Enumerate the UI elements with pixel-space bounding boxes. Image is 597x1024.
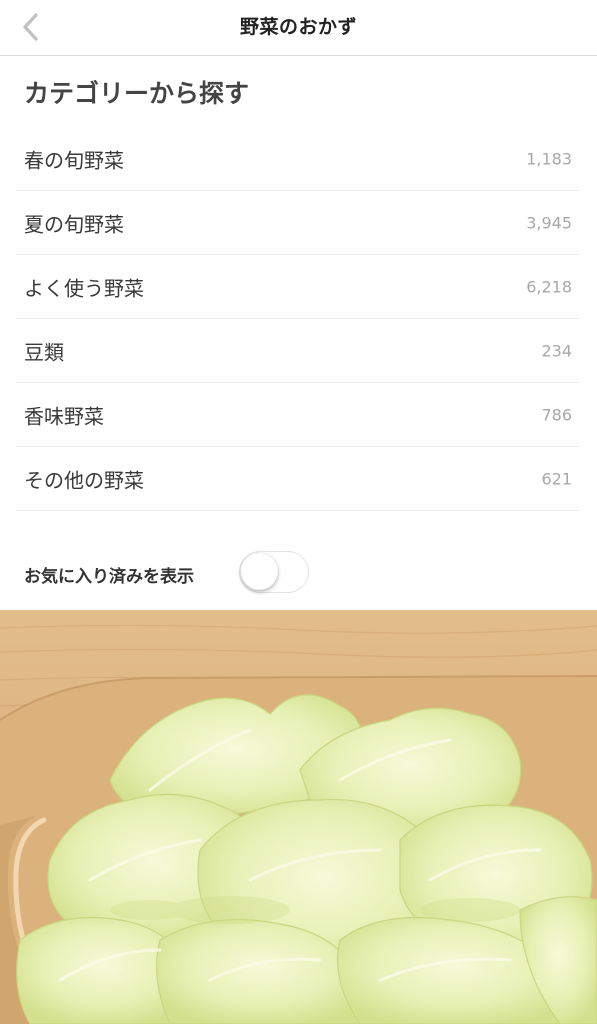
- category-count: 786: [541, 405, 572, 424]
- page-title: 野菜のおかず: [239, 16, 357, 38]
- category-count: 3,945: [526, 213, 572, 232]
- category-row[interactable]: その他の野菜 621: [16, 447, 580, 511]
- category-count: 6,218: [526, 277, 572, 296]
- category-label: 豆類: [24, 340, 64, 364]
- section-title: カテゴリーから探す: [24, 79, 250, 108]
- category-label: その他の野菜: [24, 468, 144, 492]
- category-label: よく使う野菜: [24, 276, 144, 300]
- category-row[interactable]: よく使う野菜 6,218: [16, 255, 580, 319]
- category-count: 621: [541, 469, 572, 488]
- category-row[interactable]: 夏の旬野菜 3,945: [16, 191, 580, 255]
- nav-bar: 野菜のおかず: [0, 0, 597, 56]
- category-label: 春の旬野菜: [24, 148, 124, 172]
- category-label: 夏の旬野菜: [24, 212, 124, 236]
- favorites-label: お気に入り済みを表示: [24, 567, 194, 587]
- category-list: 春の旬野菜 1,183 夏の旬野菜 3,945 よく使う野菜 6,218 豆類 …: [16, 127, 580, 511]
- toggle-knob: [241, 553, 278, 590]
- lettuce-photo[interactable]: [0, 610, 597, 1024]
- favorites-filter: お気に入り済みを表示: [24, 548, 584, 598]
- lettuce-on-cutting-board-image: [0, 610, 597, 1024]
- category-count: 1,183: [526, 149, 572, 168]
- category-row[interactable]: 香味野菜 786: [16, 383, 580, 447]
- category-row[interactable]: 豆類 234: [16, 319, 580, 383]
- favorites-toggle[interactable]: [239, 551, 309, 593]
- category-row[interactable]: 春の旬野菜 1,183: [16, 127, 580, 191]
- category-count: 234: [541, 341, 572, 360]
- category-label: 香味野菜: [24, 404, 104, 428]
